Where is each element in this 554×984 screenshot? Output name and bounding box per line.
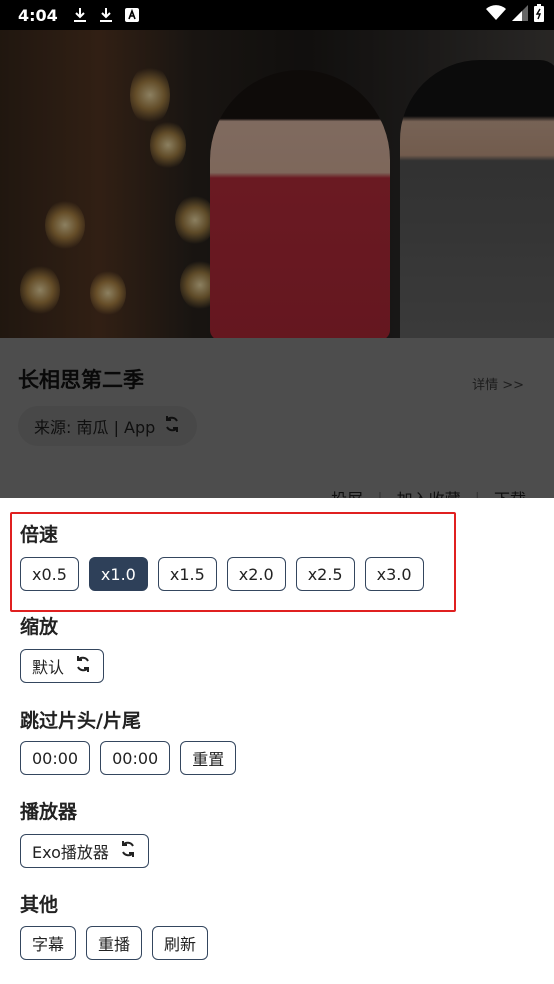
- download-icon: [98, 7, 114, 23]
- player-selector[interactable]: Exo播放器: [20, 834, 149, 868]
- player-title: 播放器: [20, 801, 78, 823]
- zoom-options: 默认: [20, 649, 105, 683]
- speed-option[interactable]: x3.0: [364, 557, 424, 591]
- refresh-icon: [74, 655, 92, 677]
- skip-outro-time[interactable]: 00:00: [100, 741, 171, 775]
- battery-icon: [534, 4, 544, 26]
- zoom-value: 默认: [32, 658, 65, 677]
- player-settings-sheet: 倍速 x0.5 x1.0 x1.5 x2.0 x2.5 x3.0 缩放 默认 跳…: [0, 498, 554, 984]
- speed-title: 倍速: [20, 524, 59, 546]
- subtitle-button[interactable]: 字幕: [20, 926, 77, 960]
- status-bar: 4:04: [0, 0, 554, 30]
- skip-intro-time[interactable]: 00:00: [20, 741, 91, 775]
- skip-reset-button[interactable]: 重置: [180, 741, 237, 775]
- modal-overlay: [0, 338, 554, 498]
- status-right-icons: [486, 4, 544, 26]
- speed-option[interactable]: x2.5: [295, 557, 355, 591]
- other-options: 字幕 重播 刷新: [20, 926, 209, 960]
- speed-option[interactable]: x1.5: [157, 557, 217, 591]
- wifi-icon: [486, 5, 506, 25]
- speed-option[interactable]: x2.0: [226, 557, 286, 591]
- player-options: Exo播放器: [20, 834, 149, 868]
- speed-option-selected[interactable]: x1.0: [88, 557, 148, 591]
- other-title: 其他: [20, 894, 59, 916]
- signal-icon: [512, 5, 528, 25]
- refresh-icon: [119, 840, 137, 862]
- skip-title: 跳过片头/片尾: [20, 710, 141, 732]
- refresh-button[interactable]: 刷新: [152, 926, 209, 960]
- download-icon: [72, 7, 88, 23]
- keyboard-a-icon: [124, 7, 140, 23]
- status-time: 4:04: [18, 5, 58, 25]
- skip-options: 00:00 00:00 重置: [20, 741, 237, 775]
- replay-button[interactable]: 重播: [86, 926, 143, 960]
- player-value: Exo播放器: [32, 843, 109, 862]
- speed-option[interactable]: x0.5: [20, 557, 79, 591]
- zoom-title: 缩放: [20, 616, 59, 638]
- speed-options: x0.5 x1.0 x1.5 x2.0 x2.5 x3.0: [20, 557, 424, 591]
- zoom-selector[interactable]: 默认: [20, 649, 105, 683]
